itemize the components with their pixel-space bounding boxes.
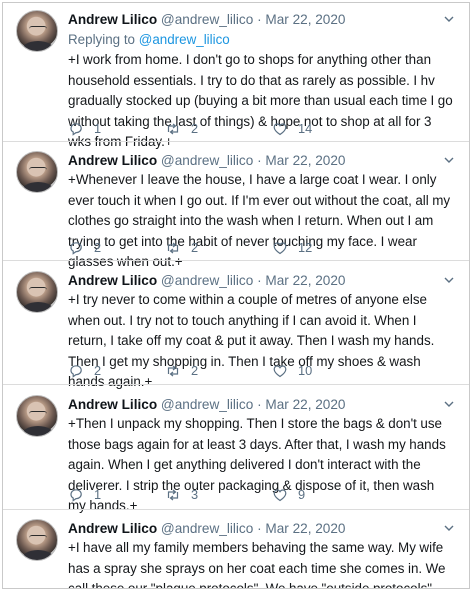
separator: · [257,12,262,27]
reply-count: 1 [94,487,102,502]
like-button[interactable]: 9 [272,485,305,505]
heart-icon [273,242,287,255]
reply-icon [70,242,82,255]
reply-button[interactable]: 2 [68,361,101,381]
like-count: 14 [298,121,313,136]
tweet-text: +Then I unpack my shopping. Then I store… [68,416,446,513]
retweet-icon [167,123,179,135]
like-count: 12 [298,240,313,255]
reply-count: 2 [94,240,102,255]
retweet-button[interactable]: 2 [165,119,198,139]
avatar[interactable] [16,271,58,313]
like-count: 9 [298,487,306,502]
retweet-button[interactable]: 2 [165,238,198,258]
separator: · [257,273,262,288]
tweet-header: Andrew Lilico @andrew_lilico · Mar 22, 2… [68,519,346,539]
avatar[interactable] [16,10,58,52]
heart-icon [273,123,287,136]
retweet-icon [167,242,179,254]
like-count: 10 [298,363,313,378]
heart-icon [273,489,287,502]
tweet-text: +I try never to come within a couple of … [68,292,435,389]
like-button[interactable]: 12 [272,238,312,258]
retweet-count: 3 [191,487,199,502]
chevron-down-icon[interactable] [442,521,456,535]
separator: · [257,397,262,412]
divider [3,384,469,385]
reply-count: 2 [94,363,102,378]
author-name[interactable]: Andrew Lilico [68,153,157,168]
tweet-header: Andrew Lilico @andrew_lilico · Mar 22, 2… [68,10,346,30]
reply-button[interactable]: 1 [68,119,101,139]
like-button[interactable]: 14 [272,119,312,139]
reply-icon [70,365,82,378]
tweet-date[interactable]: Mar 22, 2020 [265,153,345,168]
author-name[interactable]: Andrew Lilico [68,12,157,27]
tweet-text: +Whenever I leave the house, I have a la… [68,172,451,269]
tweet-thread: Andrew Lilico @andrew_lilico · Mar 22, 2… [2,2,470,589]
author-handle[interactable]: @andrew_lilico [161,12,253,27]
retweet-icon [167,489,179,501]
avatar[interactable] [16,151,58,193]
tweet-date[interactable]: Mar 22, 2020 [265,397,345,412]
replying-prefix: Replying to [68,32,135,47]
chevron-down-icon[interactable] [442,12,456,26]
tweet-text: +I work from home. I don't go to shops f… [68,52,453,149]
chevron-down-icon[interactable] [442,153,456,167]
reply-icon [70,123,82,136]
tweet-text: +I have all my family members behaving t… [68,540,446,589]
replying-to-link[interactable]: @andrew_lilico [139,32,230,47]
heart-icon [273,365,287,378]
like-button[interactable]: 10 [272,361,312,381]
retweet-icon [167,365,179,377]
author-name[interactable]: Andrew Lilico [68,521,157,536]
reply-icon [70,489,82,502]
divider [3,509,469,510]
chevron-down-icon[interactable] [442,273,456,287]
tweet-header: Andrew Lilico @andrew_lilico · Mar 22, 2… [68,395,346,415]
author-handle[interactable]: @andrew_lilico [161,521,253,536]
author-handle[interactable]: @andrew_lilico [161,397,253,412]
reply-button[interactable]: 2 [68,238,101,258]
tweet-header: Andrew Lilico @andrew_lilico · Mar 22, 2… [68,271,346,291]
tweet-date[interactable]: Mar 22, 2020 [265,273,345,288]
avatar[interactable] [16,395,58,437]
divider [3,260,469,261]
retweet-count: 2 [191,240,199,255]
author-handle[interactable]: @andrew_lilico [161,273,253,288]
avatar[interactable] [16,519,58,561]
retweet-count: 2 [191,363,199,378]
retweet-button[interactable]: 3 [165,485,198,505]
reply-count: 1 [94,121,102,136]
replying-to: Replying to @andrew_lilico [68,32,230,47]
separator: · [257,153,262,168]
reply-button[interactable]: 1 [68,485,101,505]
retweet-button[interactable]: 2 [165,361,198,381]
author-name[interactable]: Andrew Lilico [68,273,157,288]
retweet-count: 2 [191,121,199,136]
separator: · [257,521,262,536]
divider [3,141,469,142]
chevron-down-icon[interactable] [442,397,456,411]
tweet-date[interactable]: Mar 22, 2020 [265,12,345,27]
tweet-header: Andrew Lilico @andrew_lilico · Mar 22, 2… [68,151,346,171]
tweet-date[interactable]: Mar 22, 2020 [265,521,345,536]
author-handle[interactable]: @andrew_lilico [161,153,253,168]
author-name[interactable]: Andrew Lilico [68,397,157,412]
